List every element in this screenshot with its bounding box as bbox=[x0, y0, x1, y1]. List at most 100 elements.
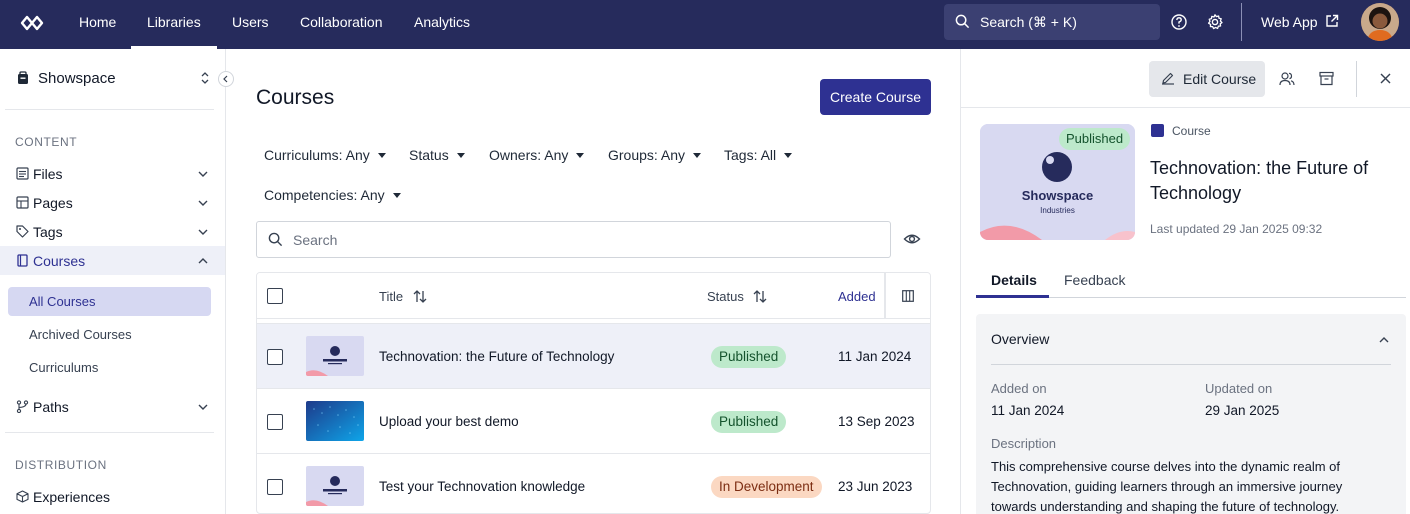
edit-course-button[interactable]: Edit Course bbox=[1149, 61, 1265, 97]
overview-title[interactable]: Overview bbox=[991, 331, 1049, 347]
table-header: Title Status Added bbox=[257, 273, 930, 319]
filter-label: Tags: All bbox=[724, 147, 777, 163]
chevron-up-icon[interactable] bbox=[1378, 334, 1390, 346]
help-icon[interactable] bbox=[1170, 13, 1188, 31]
table-row[interactable]: Upload your best demo Published 13 Sep 2… bbox=[257, 388, 930, 453]
filter-label: Status bbox=[409, 147, 449, 163]
sidebar-item-label: Experiences bbox=[33, 489, 111, 505]
column-divider bbox=[884, 273, 886, 319]
gear-icon[interactable] bbox=[1206, 13, 1224, 31]
chevron-down-icon bbox=[198, 229, 208, 235]
tab-details[interactable]: Details bbox=[991, 272, 1037, 288]
users-icon[interactable] bbox=[1279, 71, 1295, 87]
filter-tags[interactable]: Tags: All bbox=[724, 147, 793, 163]
chevron-up-icon bbox=[198, 258, 208, 264]
nav-collaboration[interactable]: Collaboration bbox=[300, 0, 383, 49]
added-date: 23 Jun 2023 bbox=[838, 479, 913, 494]
filter-groups[interactable]: Groups: Any bbox=[608, 147, 702, 163]
sidebar-item-tags[interactable]: Tags bbox=[0, 217, 225, 246]
sidebar-subitem-archived-courses[interactable]: Archived Courses bbox=[8, 320, 211, 349]
sidebar-item-files[interactable]: Files bbox=[0, 159, 225, 188]
chevron-down-icon bbox=[198, 171, 208, 177]
eye-icon[interactable] bbox=[903, 230, 921, 248]
showspace-thumbnail-image bbox=[306, 466, 364, 506]
sidebar-item-courses[interactable]: Courses bbox=[0, 246, 225, 275]
table-row[interactable]: Test your Technovation knowledge In Deve… bbox=[257, 453, 930, 513]
nav-libraries[interactable]: Libraries bbox=[131, 0, 217, 49]
filter-competencies[interactable]: Competencies: Any bbox=[264, 187, 401, 203]
search-icon bbox=[955, 14, 970, 29]
added-date: 11 Jan 2024 bbox=[838, 349, 912, 364]
sidebar-item-pages[interactable]: Pages bbox=[0, 188, 225, 217]
panel-course-title: Technovation: the Future of Technology bbox=[1150, 158, 1369, 203]
overview-divider bbox=[991, 364, 1391, 365]
tag-icon bbox=[16, 225, 29, 238]
avatar-image bbox=[1361, 3, 1399, 41]
top-navigation: Home Libraries Users Collaboration Analy… bbox=[0, 0, 1410, 49]
row-checkbox[interactable] bbox=[267, 349, 283, 365]
panel-toolbar: Edit Course bbox=[961, 49, 1410, 108]
sidebar-item-label: Tags bbox=[33, 224, 63, 240]
caret-down-icon bbox=[784, 153, 793, 158]
course-cover-image: Published Showspace Industries bbox=[980, 124, 1135, 240]
nav-divider bbox=[1241, 3, 1242, 41]
workspace-name[interactable]: Showspace bbox=[38, 70, 116, 87]
filter-label: Curriculums: Any bbox=[264, 147, 370, 163]
global-search-label: Search (⌘ + K) bbox=[980, 14, 1077, 30]
filter-owners[interactable]: Owners: Any bbox=[489, 147, 585, 163]
sort-icon bbox=[754, 290, 767, 303]
course-detail-panel: Edit Course Published Showspace Industri… bbox=[960, 49, 1410, 514]
courses-table: Title Status Added Technovation: the Fut… bbox=[256, 272, 931, 514]
sidebar-subitem-all-courses[interactable]: All Courses bbox=[8, 287, 211, 316]
active-tab-indicator bbox=[976, 295, 1049, 298]
chevron-up-down-icon[interactable] bbox=[200, 71, 210, 85]
caret-down-icon bbox=[576, 153, 585, 158]
showspace-thumbnail-image bbox=[306, 336, 364, 376]
nav-home[interactable]: Home bbox=[79, 0, 116, 49]
column-header-title[interactable]: Title bbox=[379, 289, 427, 304]
column-status-label: Status bbox=[707, 289, 744, 304]
column-header-added[interactable]: Added bbox=[838, 289, 876, 304]
filter-curriculums[interactable]: Curriculums: Any bbox=[264, 147, 386, 163]
updated-on-label: Updated on bbox=[1205, 381, 1273, 396]
select-all-checkbox[interactable] bbox=[267, 288, 283, 304]
course-search-input[interactable]: Search bbox=[256, 221, 891, 258]
nav-users[interactable]: Users bbox=[232, 0, 269, 49]
filter-status[interactable]: Status bbox=[409, 147, 465, 163]
sidebar-item-experiences[interactable]: Experiences bbox=[0, 482, 225, 511]
status-badge: Published bbox=[711, 411, 787, 433]
course-title[interactable]: Technovation: the Future of Technology bbox=[379, 349, 614, 364]
columns-icon[interactable] bbox=[902, 290, 914, 302]
column-header-status[interactable]: Status bbox=[707, 289, 767, 304]
sidebar-divider bbox=[5, 109, 214, 110]
sidebar-item-paths[interactable]: Paths bbox=[0, 392, 225, 421]
course-title[interactable]: Upload your best demo bbox=[379, 414, 519, 429]
table-row[interactable]: Technovation: the Future of Technology P… bbox=[257, 323, 930, 388]
create-course-button[interactable]: Create Course bbox=[820, 79, 931, 115]
sidebar-divider bbox=[5, 432, 214, 433]
status-badge: In Development bbox=[711, 476, 822, 498]
sidebar-item-label: Pages bbox=[33, 195, 73, 211]
sidebar-subitem-curriculums[interactable]: Curriculums bbox=[8, 353, 211, 382]
description-label: Description bbox=[991, 436, 1057, 451]
caret-down-icon bbox=[456, 153, 465, 158]
infinity-logo-icon[interactable] bbox=[16, 12, 48, 34]
row-checkbox[interactable] bbox=[267, 414, 283, 430]
nav-analytics[interactable]: Analytics bbox=[414, 0, 470, 49]
row-checkbox[interactable] bbox=[267, 479, 283, 495]
external-link-icon[interactable] bbox=[1325, 14, 1339, 28]
sidebar-item-label: Files bbox=[33, 166, 63, 182]
column-title-label: Title bbox=[379, 289, 404, 304]
archive-icon[interactable] bbox=[1319, 71, 1334, 86]
course-title[interactable]: Test your Technovation knowledge bbox=[379, 479, 585, 494]
collapse-sidebar-button[interactable] bbox=[218, 71, 234, 87]
cover-brand-subtext: Industries bbox=[1040, 206, 1075, 215]
web-app-link[interactable]: Web App bbox=[1261, 14, 1318, 30]
course-thumbnail bbox=[306, 336, 364, 376]
tab-feedback[interactable]: Feedback bbox=[1064, 272, 1125, 288]
sidebar-section-distribution: DISTRIBUTION bbox=[15, 458, 107, 472]
close-icon[interactable] bbox=[1380, 73, 1391, 84]
filter-label: Groups: Any bbox=[608, 147, 686, 163]
user-avatar[interactable] bbox=[1361, 3, 1399, 41]
global-search-button[interactable]: Search (⌘ + K) bbox=[944, 4, 1160, 40]
